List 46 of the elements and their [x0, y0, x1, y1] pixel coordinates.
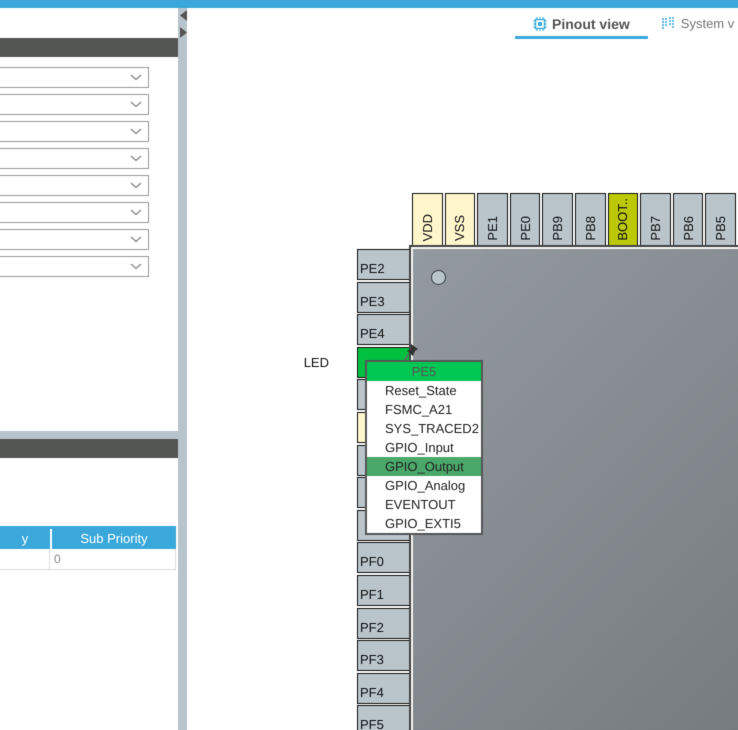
dropdown-field[interactable] — [0, 67, 149, 88]
pin[interactable]: PF4 — [357, 672, 409, 704]
dropdown-field[interactable] — [0, 94, 149, 115]
pin[interactable]: PE4 — [357, 314, 409, 346]
chevron-down-icon — [130, 101, 142, 108]
menu-title: PE5 — [367, 362, 481, 381]
menu-item[interactable]: GPIO_Output — [367, 457, 481, 476]
pin[interactable]: PF0 — [357, 542, 409, 574]
pin[interactable]: PB5 — [705, 193, 736, 245]
pin[interactable]: PE2 — [357, 249, 409, 280]
list-icon — [662, 16, 676, 30]
chevron-down-icon — [130, 128, 142, 135]
chevron-down-icon — [130, 236, 142, 243]
dropdown-field[interactable] — [0, 148, 149, 169]
dropdown-field[interactable] — [0, 202, 149, 223]
pin[interactable]: VDD — [412, 193, 443, 245]
pin[interactable]: BOOT.. — [608, 193, 638, 245]
view-tab[interactable]: Pinout view — [515, 11, 648, 39]
chip-icon — [533, 16, 547, 30]
pin[interactable]: PB9 — [542, 193, 573, 245]
pin[interactable]: PB7 — [640, 193, 671, 245]
dropdown-field[interactable] — [0, 175, 149, 196]
pin-one-marker — [431, 270, 446, 285]
dropdown-field[interactable] — [0, 229, 149, 250]
pin[interactable]: PF3 — [357, 640, 409, 672]
chevron-down-icon — [130, 263, 142, 270]
pin[interactable]: PE3 — [357, 282, 409, 313]
table-cell: 0 — [52, 549, 176, 569]
dropdown-field[interactable] — [0, 121, 149, 142]
signal-label: LED — [302, 354, 330, 370]
pin[interactable]: VSS — [444, 193, 476, 245]
pin[interactable]: PE0 — [510, 193, 540, 245]
chevron-down-icon — [130, 155, 142, 162]
pin[interactable]: PF1 — [357, 574, 409, 606]
expand-right-icon[interactable] — [180, 27, 187, 38]
pin[interactable]: PF5 — [357, 705, 409, 730]
pin[interactable]: PB8 — [574, 193, 606, 245]
collapse-left-icon[interactable] — [180, 10, 187, 21]
pin[interactable]: PB6 — [672, 193, 704, 245]
pin[interactable]: PE1 — [477, 193, 508, 245]
dropdown-field[interactable] — [0, 256, 149, 277]
pin[interactable]: PF2 — [357, 608, 409, 639]
chevron-down-icon — [130, 209, 142, 216]
chevron-down-icon — [130, 182, 142, 189]
chevron-down-icon — [130, 74, 142, 81]
view-tab[interactable]: System v — [662, 11, 734, 39]
